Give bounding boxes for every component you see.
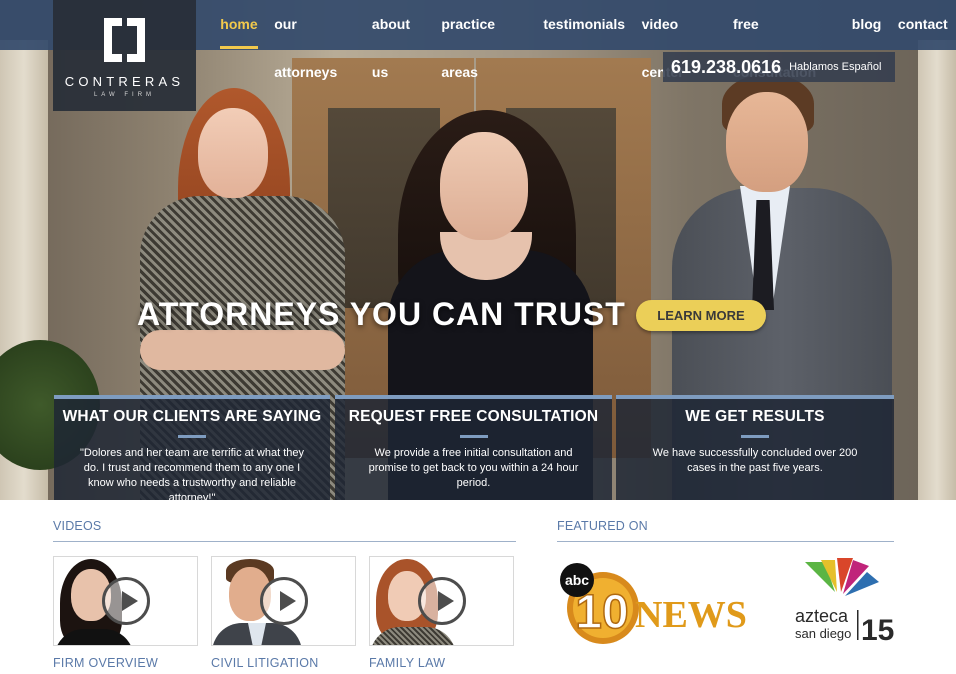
nav-free-consultation[interactable]: free consultation [725, 0, 844, 80]
nav-practice-areas[interactable]: practice areas [433, 0, 535, 80]
video-thumb-family-law[interactable] [369, 556, 514, 646]
nav-video-center[interactable]: video center [633, 0, 724, 80]
logo-name: CONTRERAS [64, 74, 185, 89]
panel-text: We have successfully concluded over 200 … [652, 447, 858, 474]
nav-testimonials[interactable]: testimonials [535, 0, 633, 50]
azteca-15-logo[interactable]: azteca san diego 15 [795, 558, 895, 646]
video-label-civil-litigation[interactable]: CIVIL LITIGATION [211, 656, 319, 670]
video-label-firm-overview[interactable]: FIRM OVERVIEW [53, 656, 158, 670]
logo-subtitle: LAW FIRM [93, 92, 156, 98]
panel-title: REQUEST FREE CONSULTATION [348, 408, 599, 425]
nav-blog[interactable]: blog [843, 0, 889, 50]
background-column [918, 40, 956, 500]
play-icon[interactable] [102, 577, 150, 625]
panel-title: WHAT OUR CLIENTS ARE SAYING [62, 408, 322, 425]
site-logo[interactable]: CONTRERAS LAW FIRM [53, 0, 196, 111]
nav-contact[interactable]: contact [890, 0, 956, 50]
panel-text: "Dolores and her team are terrific at wh… [79, 447, 304, 500]
hero-tagline: ATTORNEYS YOU CAN TRUST [137, 296, 626, 332]
testimonials-panel[interactable]: WHAT OUR CLIENTS ARE SAYING "Dolores and… [54, 395, 330, 500]
logo-mark [104, 18, 145, 62]
consultation-panel[interactable]: REQUEST FREE CONSULTATION We provide a f… [335, 395, 612, 500]
play-icon[interactable] [260, 577, 308, 625]
panel-title: WE GET RESULTS [685, 408, 825, 425]
fifteen-text: 15 [861, 614, 894, 646]
nav-about-us[interactable]: about us [364, 0, 433, 80]
main-nav: home our attorneys about us practice areas t… [212, 0, 956, 80]
phone-number[interactable]: 619.238.0616 [671, 57, 781, 78]
phone-box: 619.238.0616 Hablamos Español [663, 52, 895, 82]
nav-home[interactable]: home [212, 0, 266, 50]
ten-text: 10 [575, 586, 628, 639]
featured-heading: FEATURED ON [557, 519, 894, 542]
panel-divider [459, 435, 488, 438]
nav-our-attorneys[interactable]: our attorneys [266, 0, 364, 80]
video-label-family-law[interactable]: FAMILY LAW [369, 656, 445, 670]
video-thumb-civil-litigation[interactable] [211, 556, 356, 646]
spanish-note: Hablamos Español [789, 61, 882, 73]
panel-text: We provide a free initial consultation a… [368, 447, 579, 489]
panel-divider [178, 435, 206, 438]
abc-10-news-logo[interactable]: abc 10 NEWS [557, 560, 757, 650]
azteca-text: azteca [795, 606, 849, 626]
results-panel[interactable]: WE GET RESULTS We have successfully conc… [616, 395, 894, 500]
news-text: NEWS [635, 594, 747, 636]
san-diego-text: san diego [795, 626, 851, 641]
videos-heading: VIDEOS [53, 519, 516, 542]
learn-more-button[interactable]: LEARN MORE [636, 300, 766, 331]
panel-divider [741, 435, 769, 438]
video-thumb-firm-overview[interactable] [53, 556, 198, 646]
play-icon[interactable] [418, 577, 466, 625]
